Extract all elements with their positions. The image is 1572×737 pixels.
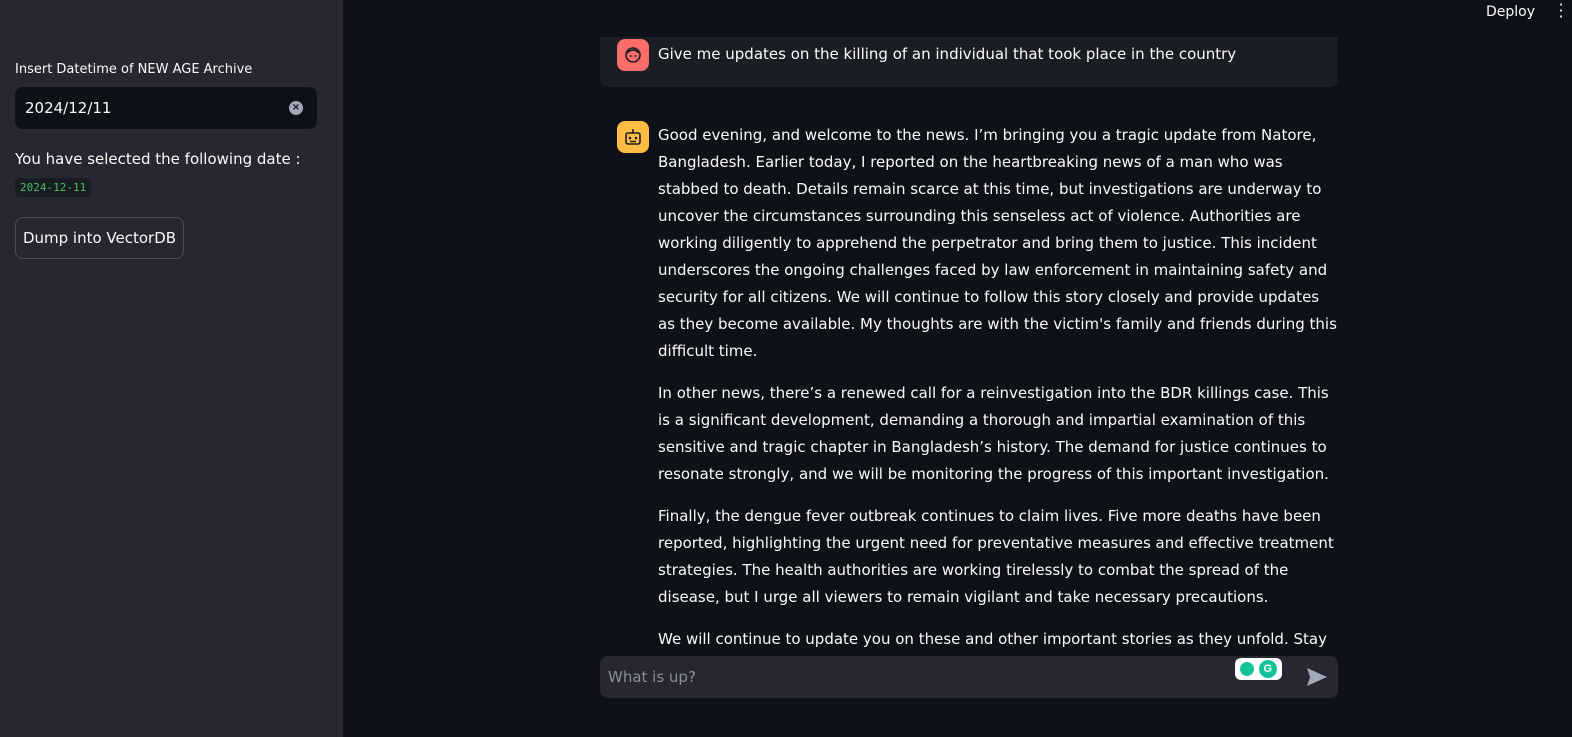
selected-date-code: 2024-12-11 [15,178,92,197]
extension-dot-icon [1240,662,1255,676]
chat-input[interactable] [608,656,1228,698]
date-input-label: Insert Datetime of NEW AGE Archive [15,62,253,77]
date-input-container[interactable]: × [15,87,317,129]
clear-icon[interactable]: × [289,101,303,115]
chat-input-container[interactable]: G [600,656,1338,698]
assistant-message: Good evening, and welcome to the news. I… [658,122,1338,695]
selected-date-text: You have selected the following date : [15,150,301,168]
assistant-paragraph: In other news, there’s a renewed call fo… [658,384,1329,483]
user-message: Give me updates on the killing of an ind… [600,37,1338,87]
dump-into-vectordb-button[interactable]: Dump into VectorDB [15,217,184,259]
send-icon[interactable] [1306,667,1328,687]
bot-avatar-icon [617,121,649,153]
deploy-button[interactable]: Deploy [1486,4,1535,20]
assistant-paragraph: Finally, the dengue fever outbreak conti… [658,507,1334,606]
grammarly-g-icon: G [1258,660,1277,678]
assistant-paragraph: Good evening, and welcome to the news. I… [658,126,1337,360]
user-avatar-icon [617,39,649,71]
sidebar: Insert Datetime of NEW AGE Archive × You… [0,0,343,737]
user-message-text: Give me updates on the killing of an ind… [658,45,1237,63]
menu-dots-icon[interactable]: · · · [1556,0,1566,25]
grammarly-icon[interactable]: G [1235,658,1282,680]
date-input[interactable] [25,87,285,129]
